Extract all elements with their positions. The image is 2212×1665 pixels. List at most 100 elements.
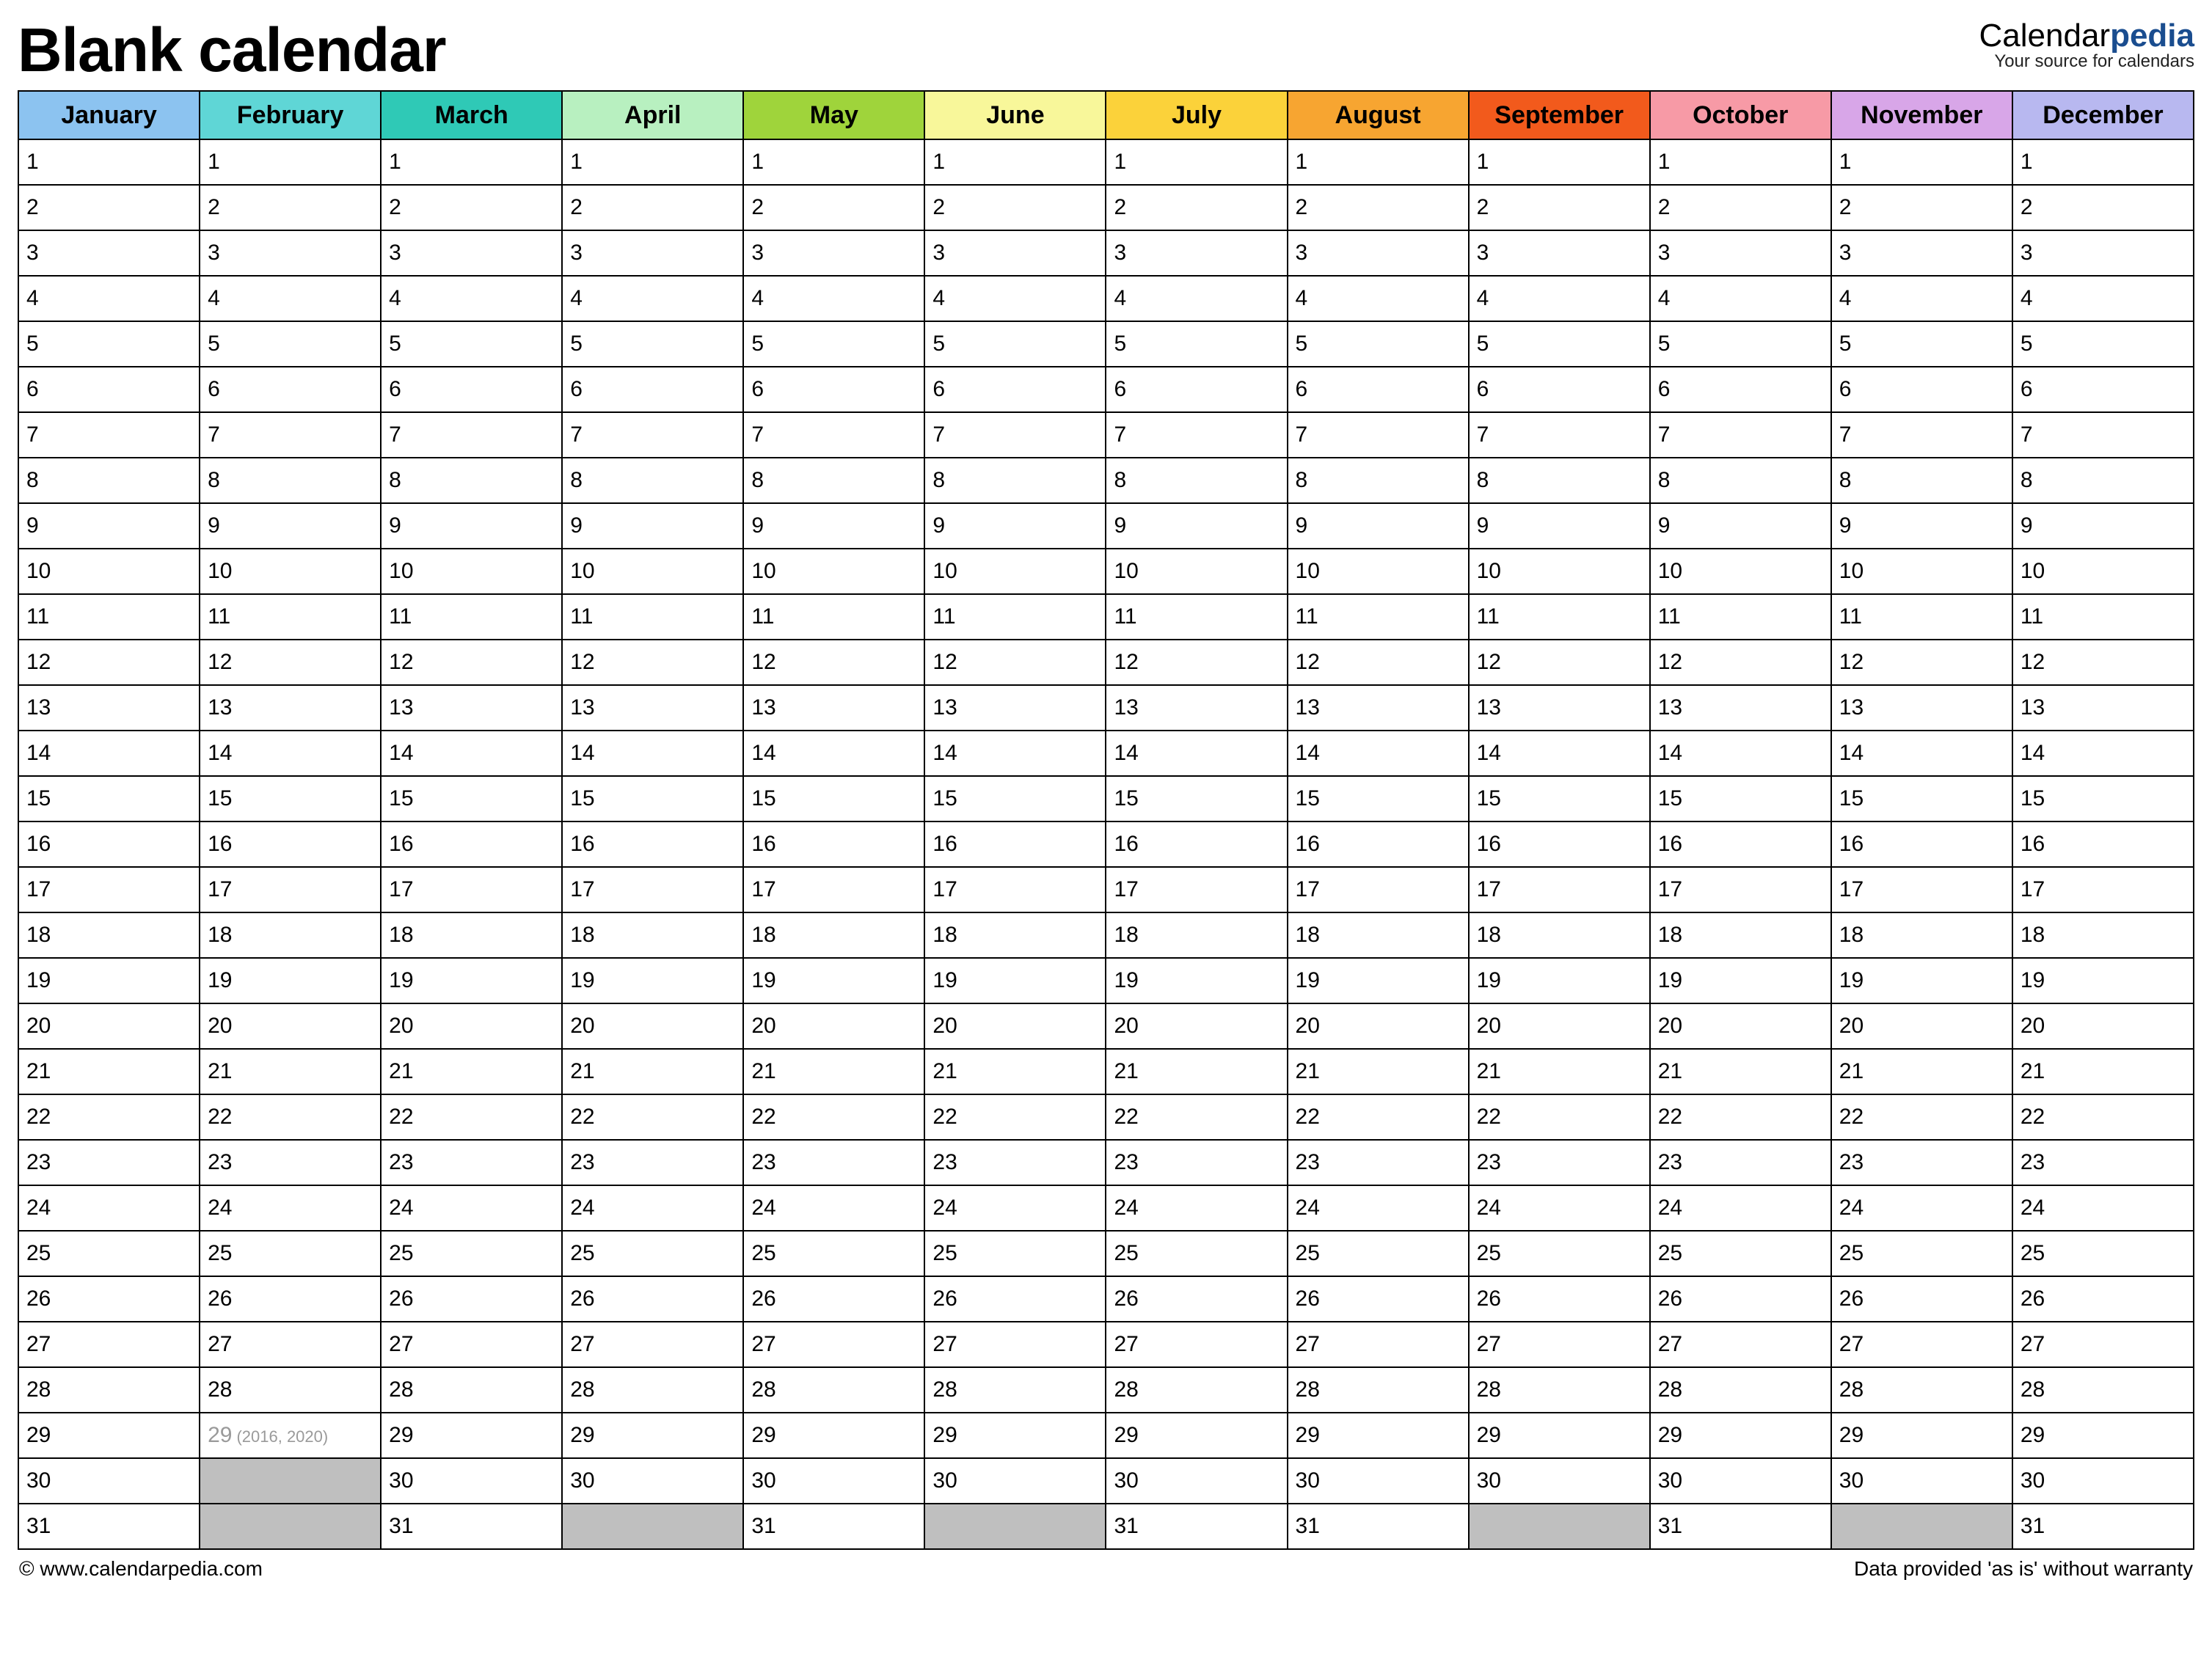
day-cell: 4 xyxy=(18,276,200,321)
day-cell: 9 xyxy=(1106,503,1287,549)
day-cell: 19 xyxy=(1106,958,1287,1003)
day-cell: 22 xyxy=(381,1094,562,1140)
day-cell: 19 xyxy=(1650,958,1831,1003)
day-cell: 22 xyxy=(1288,1094,1469,1140)
day-cell: 26 xyxy=(200,1276,381,1322)
day-cell: 19 xyxy=(18,958,200,1003)
day-cell: 21 xyxy=(1288,1049,1469,1094)
day-cell: 7 xyxy=(562,412,743,458)
day-cell: 3 xyxy=(381,230,562,276)
day-cell: 11 xyxy=(381,594,562,640)
day-cell: 12 xyxy=(1831,640,2012,685)
day-cell: 8 xyxy=(562,458,743,503)
day-cell: 5 xyxy=(1831,321,2012,367)
day-cell: 9 xyxy=(1288,503,1469,549)
day-cell: 25 xyxy=(18,1231,200,1276)
day-cell: 14 xyxy=(924,731,1106,776)
day-cell: 16 xyxy=(743,821,924,867)
day-cell: 28 xyxy=(924,1367,1106,1413)
day-cell: 10 xyxy=(924,549,1106,594)
day-cell: 16 xyxy=(924,821,1106,867)
day-cell: 9 xyxy=(1831,503,2012,549)
day-cell: 24 xyxy=(18,1185,200,1231)
day-cell: 20 xyxy=(1106,1003,1287,1049)
day-cell: 21 xyxy=(1469,1049,1650,1094)
day-cell: 26 xyxy=(1106,1276,1287,1322)
day-cell: 2 xyxy=(381,185,562,230)
day-cell: 11 xyxy=(924,594,1106,640)
header: Blank calendar Calendarpedia Your source… xyxy=(18,15,2194,86)
day-cell: 1 xyxy=(743,139,924,185)
day-cell: 4 xyxy=(1469,276,1650,321)
day-cell: 10 xyxy=(381,549,562,594)
day-cell: 1 xyxy=(1831,139,2012,185)
day-cell: 20 xyxy=(200,1003,381,1049)
day-cell: 23 xyxy=(200,1140,381,1185)
day-cell: 17 xyxy=(18,867,200,912)
day-cell: 24 xyxy=(1469,1185,1650,1231)
day-cell: 29 xyxy=(1288,1413,1469,1458)
day-cell: 13 xyxy=(1288,685,1469,731)
day-cell: 22 xyxy=(1831,1094,2012,1140)
day-cell: 21 xyxy=(2012,1049,2194,1094)
day-cell: 10 xyxy=(562,549,743,594)
day-cell: 25 xyxy=(200,1231,381,1276)
day-cell: 25 xyxy=(1650,1231,1831,1276)
day-cell: 17 xyxy=(743,867,924,912)
day-cell: 20 xyxy=(1831,1003,2012,1049)
day-cell: 5 xyxy=(18,321,200,367)
footer-disclaimer: Data provided 'as is' without warranty xyxy=(1854,1557,2193,1581)
day-cell: 20 xyxy=(562,1003,743,1049)
day-cell: 30 xyxy=(1288,1458,1469,1504)
day-row: 777777777777 xyxy=(18,412,2194,458)
day-cell: 9 xyxy=(1650,503,1831,549)
day-cell: 30 xyxy=(2012,1458,2194,1504)
day-cell: 21 xyxy=(381,1049,562,1094)
day-cell: 24 xyxy=(1831,1185,2012,1231)
day-cell: 7 xyxy=(1469,412,1650,458)
day-cell: 29 xyxy=(1469,1413,1650,1458)
day-cell: 27 xyxy=(743,1322,924,1367)
day-cell: 5 xyxy=(200,321,381,367)
day-cell: 29 xyxy=(18,1413,200,1458)
day-cell: 2 xyxy=(1288,185,1469,230)
day-cell: 10 xyxy=(1469,549,1650,594)
day-cell: 8 xyxy=(1831,458,2012,503)
month-header: October xyxy=(1650,91,1831,139)
day-cell: 6 xyxy=(1106,367,1287,412)
day-cell: 8 xyxy=(1106,458,1287,503)
day-cell: 3 xyxy=(200,230,381,276)
day-cell: 29 xyxy=(1106,1413,1287,1458)
day-cell: 10 xyxy=(743,549,924,594)
day-cell: 22 xyxy=(1106,1094,1287,1140)
day-cell: 8 xyxy=(1288,458,1469,503)
day-cell: 5 xyxy=(562,321,743,367)
day-cell: 28 xyxy=(18,1367,200,1413)
day-cell: 4 xyxy=(1831,276,2012,321)
day-cell: 19 xyxy=(2012,958,2194,1003)
day-cell: 11 xyxy=(1469,594,1650,640)
day-cell: 20 xyxy=(743,1003,924,1049)
day-cell: 17 xyxy=(381,867,562,912)
day-cell: 4 xyxy=(200,276,381,321)
day-cell: 29(2016, 2020) xyxy=(200,1413,381,1458)
day-cell: 12 xyxy=(1650,640,1831,685)
day-cell: 6 xyxy=(1288,367,1469,412)
day-cell: 4 xyxy=(924,276,1106,321)
day-cell: 11 xyxy=(562,594,743,640)
day-cell: 15 xyxy=(18,776,200,821)
day-cell: 23 xyxy=(1469,1140,1650,1185)
day-row: 111111111111111111111111 xyxy=(18,594,2194,640)
day-cell: 27 xyxy=(1650,1322,1831,1367)
day-cell: 26 xyxy=(562,1276,743,1322)
day-cell: 13 xyxy=(18,685,200,731)
day-cell: 17 xyxy=(200,867,381,912)
day-cell: 23 xyxy=(1106,1140,1287,1185)
day-cell: 6 xyxy=(924,367,1106,412)
day-cell: 19 xyxy=(1831,958,2012,1003)
day-cell: 2 xyxy=(743,185,924,230)
day-cell: 11 xyxy=(743,594,924,640)
day-cell: 28 xyxy=(562,1367,743,1413)
day-cell: 27 xyxy=(200,1322,381,1367)
month-header: December xyxy=(2012,91,2194,139)
